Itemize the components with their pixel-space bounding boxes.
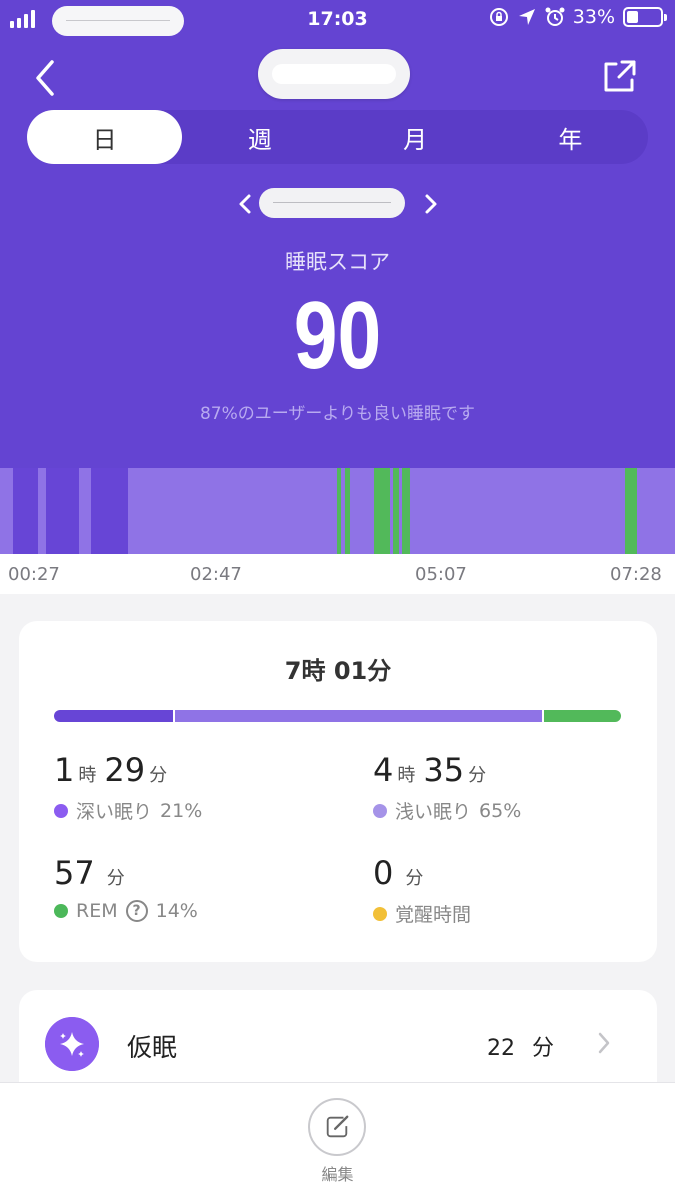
- light-sleep-label: 浅い眠り: [395, 801, 472, 823]
- tab-month[interactable]: 月: [338, 110, 493, 164]
- score-comparison: 87%のユーザーよりも良い睡眠です: [199, 404, 476, 424]
- sparkle-icon: [45, 1017, 99, 1071]
- header: 17:03 33% 日 週 月 年 睡眠スコア 90 87%のユーザーよりも良い…: [0, 0, 675, 468]
- awake-minutes: 0: [373, 854, 394, 892]
- chevron-right-icon[interactable]: [422, 192, 440, 216]
- tab-day[interactable]: 日: [27, 110, 183, 164]
- nap-minutes-unit: 分: [532, 1036, 555, 1061]
- light-minutes: 35: [423, 751, 465, 789]
- bottom-toolbar: 編集: [0, 1082, 675, 1200]
- page-title-redacted: [258, 49, 410, 99]
- deep-hours-unit: 時: [78, 765, 97, 786]
- edit-icon[interactable]: [308, 1098, 366, 1156]
- rem-percent: 14%: [155, 900, 198, 922]
- status-right: 33%: [489, 6, 667, 28]
- rem-minutes-unit: 分: [106, 868, 125, 889]
- deep-sleep-stat: 1 時 29 分 深い眠り 21%: [54, 751, 202, 824]
- awake-label: 覚醒時間: [395, 904, 472, 926]
- total-minutes: 01: [333, 657, 368, 685]
- total-hours-unit: 時: [301, 657, 326, 685]
- tab-week[interactable]: 週: [182, 110, 337, 164]
- light-sleep-dot: [373, 803, 387, 818]
- x-tick-label: 07:28: [610, 564, 662, 585]
- stage-segment: [349, 468, 374, 554]
- stage-segment: [636, 468, 675, 554]
- stage-segment: [38, 468, 47, 554]
- distribution-light: [173, 710, 542, 722]
- stage-segment: [91, 468, 129, 554]
- back-arrow-icon[interactable]: [28, 58, 64, 98]
- stage-segment: [373, 468, 390, 554]
- deep-sleep-percent: 21%: [160, 799, 203, 822]
- tab-year[interactable]: 年: [493, 110, 648, 164]
- battery-icon: [623, 7, 667, 27]
- chart-axis: 00:27 02:47 05:07 07:28: [0, 554, 675, 594]
- sleep-score-label: 睡眠スコア: [285, 250, 390, 274]
- light-sleep-stat: 4 時 35 分 浅い眠り 65%: [373, 751, 521, 824]
- alarm-icon: [545, 7, 565, 26]
- stage-segment: [128, 468, 337, 554]
- sleep-score-value: 90: [293, 282, 382, 389]
- awake-dot: [373, 906, 387, 921]
- stage-segment: [0, 468, 13, 554]
- stage-segment: [625, 468, 637, 554]
- sleep-stage-chart[interactable]: [0, 468, 675, 554]
- stage-segment: [12, 468, 39, 554]
- date-redacted: [259, 188, 405, 218]
- nap-duration: 22 分: [487, 1030, 554, 1062]
- x-tick-label: 00:27: [8, 564, 60, 585]
- x-tick-label: 05:07: [415, 564, 467, 585]
- orientation-lock-icon: [489, 8, 508, 26]
- status-bar: 17:03 33%: [0, 0, 675, 40]
- stage-segment: [46, 468, 79, 554]
- deep-sleep-label: 深い眠り: [76, 801, 153, 823]
- rem-minutes: 57: [54, 854, 95, 892]
- help-icon[interactable]: ?: [125, 900, 148, 922]
- total-hours: 7: [284, 657, 302, 685]
- deep-minutes: 29: [104, 751, 146, 789]
- distribution-rem: [541, 710, 621, 722]
- nap-label: 仮眠: [127, 1033, 178, 1062]
- share-icon[interactable]: [602, 58, 638, 94]
- edit-label: 編集: [321, 1165, 354, 1184]
- total-sleep-duration: 7時 01分: [19, 651, 657, 686]
- distribution-deep: [54, 710, 174, 722]
- deep-minutes-unit: 分: [149, 765, 168, 786]
- nap-minutes: 22: [487, 1036, 515, 1061]
- light-sleep-percent: 65%: [479, 799, 522, 822]
- deep-hours: 1: [54, 751, 75, 789]
- deep-sleep-dot: [54, 803, 68, 818]
- period-tabs: 日 週 月 年: [27, 110, 648, 164]
- stage-distribution-bar: [54, 710, 621, 722]
- chevron-left-icon[interactable]: [236, 192, 254, 216]
- rem-dot: [54, 904, 68, 918]
- sleep-summary-card: 7時 01分 1 時 29 分 深い眠り 21% 4 時 35 分 浅い眠り 65% 57 分…: [19, 621, 657, 962]
- rem-sleep-stat: 57 分 REM ? 14%: [54, 854, 198, 922]
- stage-segment: [78, 468, 92, 554]
- light-minutes-unit: 分: [468, 765, 487, 786]
- stage-segment: [402, 468, 411, 554]
- x-tick-label: 02:47: [190, 564, 242, 585]
- battery-percent: 33%: [572, 6, 615, 28]
- rem-label: REM: [76, 900, 118, 922]
- total-minutes-unit: 分: [367, 657, 392, 685]
- date-selector: [0, 186, 675, 222]
- awake-minutes-unit: 分: [405, 868, 424, 889]
- light-hours: 4: [373, 751, 394, 789]
- location-icon: [518, 9, 535, 25]
- awake-stat: 0分 覚醒時間: [373, 854, 471, 927]
- stage-segment: [410, 468, 626, 554]
- light-hours-unit: 時: [397, 765, 416, 786]
- chevron-right-icon[interactable]: [595, 1030, 613, 1056]
